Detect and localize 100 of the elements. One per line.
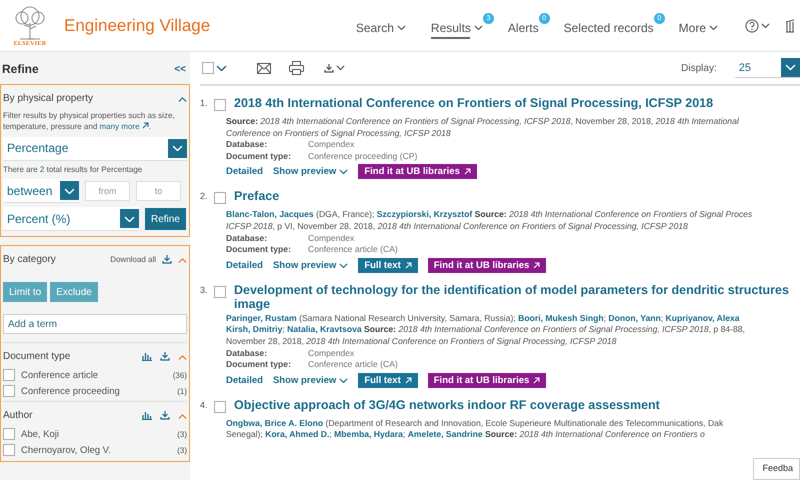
result-title-link[interactable]: Objective approach of 3G/4G networks indoor RF coverage assessment [234, 398, 660, 412]
citation-text: (DGA, France); [316, 209, 374, 220]
facet-title: Document type [3, 350, 70, 362]
author-link[interactable]: Kirsh, Dmitriy [226, 324, 282, 334]
show-preview-link[interactable]: Show preview [272, 374, 348, 386]
chevron-down-icon [339, 262, 348, 268]
help-icon [745, 18, 759, 32]
dropdown-caret-icon[interactable] [60, 181, 79, 200]
display-select[interactable]: 25 [734, 58, 800, 78]
facet-count: (3) [177, 446, 187, 455]
to-field[interactable]: to [136, 181, 181, 202]
dropdown-caret-icon[interactable] [120, 209, 139, 228]
chevron-down-icon [336, 65, 345, 71]
author-link[interactable]: Boori, Mukesh Singh [518, 312, 604, 323]
meta-label: Document type: [226, 244, 292, 256]
facet-option[interactable]: Abe, Koji [21, 428, 60, 440]
facet-option[interactable]: Chernoyarov, Oleg V. [21, 444, 111, 456]
checkbox[interactable] [214, 99, 226, 111]
result-title-link[interactable]: Development of technology for the identification of model parameters for dendritic structures image [234, 282, 800, 311]
download-all-link[interactable]: Download all [110, 254, 156, 264]
download-button[interactable] [322, 62, 347, 74]
full-text-button[interactable]: Full text [358, 372, 418, 388]
source-label: Source: [364, 324, 396, 334]
library-link-button[interactable]: Find it at UB libraries [428, 258, 546, 273]
facet-option[interactable]: Conference proceeding [21, 386, 120, 397]
result-title-link[interactable]: Preface [234, 189, 280, 204]
unit-select[interactable]: Percent (%) [3, 207, 139, 232]
checkbox[interactable] [214, 286, 226, 298]
checkbox[interactable] [3, 369, 15, 382]
collapse-button[interactable]: << [174, 64, 186, 74]
show-preview-link[interactable]: Show preview [272, 166, 348, 178]
source-title: 2018 4th International Conference on Frontiers of Signal Processing, ICFSP 2018 [378, 220, 688, 231]
author-link[interactable]: Donon, Yann [608, 312, 661, 323]
chevron-down-icon [396, 24, 406, 30]
from-field[interactable]: from [85, 181, 130, 202]
checkbox[interactable] [214, 400, 226, 413]
download-icon[interactable] [160, 352, 170, 361]
checkbox[interactable] [202, 62, 214, 74]
checkbox[interactable] [3, 385, 15, 398]
dropdown-caret-icon[interactable] [168, 138, 187, 158]
source-title: 2018 4th International Conference on Frontiers o [519, 429, 705, 440]
source-title: 2018 4th International Conference on Frontiers of Signal Processing, ICFSP 2018 [306, 336, 616, 346]
author-link[interactable]: Szczypiorski, Krzysztof [376, 209, 472, 220]
checkbox[interactable] [3, 428, 15, 440]
nav-tab[interactable]: More [678, 12, 729, 38]
download-icon[interactable] [162, 254, 172, 264]
chevron-down-icon [339, 169, 348, 175]
author-link[interactable]: Blanc-Talon, Jacques [226, 209, 314, 220]
citation-text: , p 84-88, [708, 324, 745, 334]
author-link[interactable]: Kupriyanov, Alexa [666, 312, 740, 323]
bar-chart-icon[interactable] [142, 410, 152, 420]
institution-icon[interactable] [786, 18, 794, 32]
download-icon[interactable] [324, 64, 334, 72]
bar-chart-icon[interactable] [142, 352, 152, 361]
show-preview-link[interactable]: Show preview [272, 260, 348, 271]
source-title: 2018 4th International Conference on Frontiers of Signal Processing, ICFSP 2018 [260, 116, 571, 126]
citation-text: (Department of Research and Innovation, Ecole Superieure Multinationale des Telecommunications, Dak [325, 418, 724, 428]
citation-text: ; [402, 429, 406, 440]
facet-option[interactable]: Conference article [21, 370, 98, 381]
facet-title: Author [3, 410, 32, 421]
author-link[interactable]: Ongbwa, Brice A. Elono [226, 418, 324, 428]
author-link[interactable]: Natalia, Kravtsova [287, 324, 362, 334]
print-icon[interactable] [289, 61, 304, 75]
help-button[interactable] [743, 16, 772, 34]
source-title: 2018 4th International Conference on Frontiers of Signal Processing, ICFSP 2018 [398, 324, 709, 334]
operator-select[interactable]: between [3, 179, 79, 204]
library-link-button[interactable]: Find it at UB libraries [358, 164, 477, 180]
detailed-link[interactable]: Detailed [226, 166, 263, 178]
external-link-icon [142, 122, 149, 129]
external-link-icon [404, 376, 412, 384]
refine-button[interactable]: Refine [145, 208, 186, 230]
select-all-button[interactable] [200, 60, 229, 76]
result-title-link[interactable]: 2018 4th International Conference on Frontiers of Signal Processing, ICFSP 2018 [234, 96, 714, 110]
panel-title: By physical property [3, 92, 94, 104]
author-link[interactable]: Paringer, Rustam [226, 312, 297, 323]
term-field[interactable]: Add a term [3, 314, 187, 334]
sidebar-title: Refine [2, 62, 39, 76]
detailed-link[interactable]: Detailed [226, 260, 263, 271]
panel-title: By category [3, 254, 56, 265]
brand-title: Engineering Village [64, 16, 210, 36]
results-count-text: There are 2 total results for Percentage [3, 164, 144, 176]
chevron-down-icon [339, 378, 348, 383]
author-link[interactable]: Amelete, Sandrine [408, 429, 483, 440]
meta-value: Compendex [308, 232, 354, 244]
author-link[interactable]: Kora, Ahmed D. [265, 429, 330, 440]
citation-text: Senegal); [226, 429, 263, 440]
dropdown-caret-icon[interactable] [781, 58, 800, 77]
chevron-down-icon [64, 188, 75, 194]
library-link-button[interactable]: Find it at UB libraries [428, 372, 546, 388]
download-icon[interactable] [160, 410, 170, 420]
property-select[interactable]: Percentage [3, 136, 187, 161]
checkbox[interactable] [214, 192, 226, 204]
full-text-button[interactable]: Full text [358, 258, 418, 273]
feedback-tab[interactable]: Feedba [753, 458, 800, 480]
email-icon[interactable] [257, 62, 271, 74]
detailed-link[interactable]: Detailed [226, 374, 263, 386]
author-link[interactable]: Mbemba, Hydara [334, 429, 403, 440]
checkbox[interactable] [3, 444, 15, 456]
many-more-link[interactable]: many more [100, 122, 149, 131]
nav-tab[interactable]: Search [356, 12, 417, 38]
